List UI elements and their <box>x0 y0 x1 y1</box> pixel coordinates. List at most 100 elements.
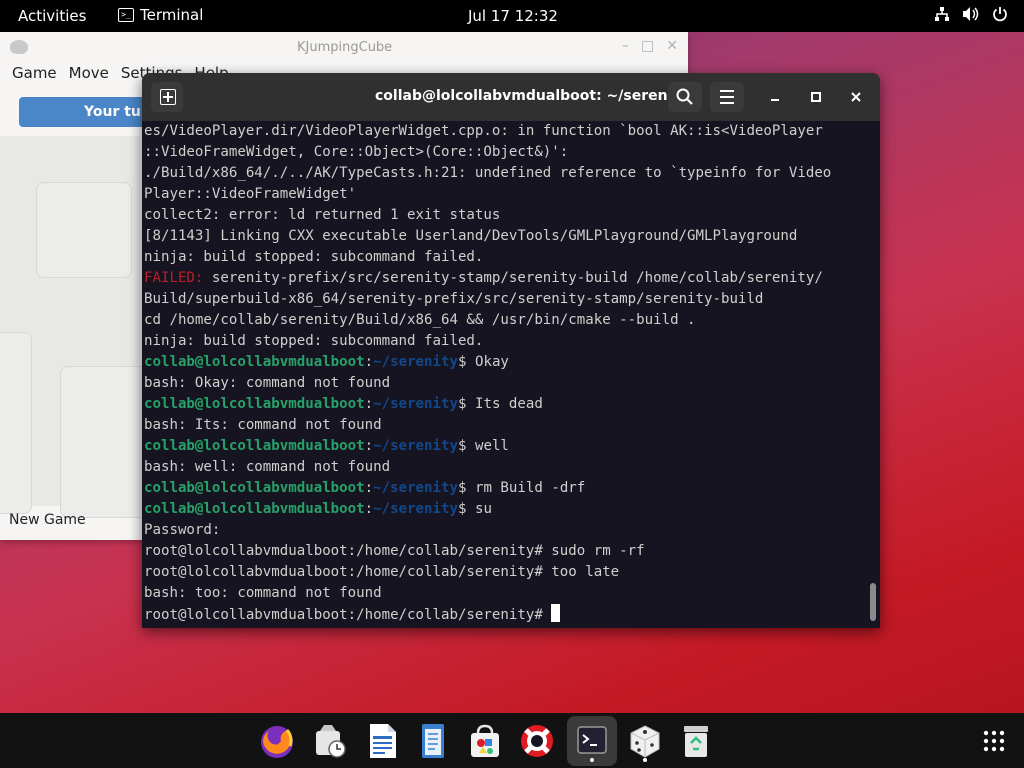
prompt-path: ~/serenity <box>373 438 458 454</box>
terminal-line: root@lolcollabvmdualboot:/home/collab/se… <box>144 541 874 562</box>
cube[interactable] <box>60 366 152 518</box>
dock-item-text-editor[interactable] <box>413 721 453 761</box>
dock-item-help[interactable] <box>517 721 557 761</box>
game-board[interactable] <box>0 136 152 518</box>
app-menu-label: Terminal <box>140 6 204 24</box>
dock-item-app-grid[interactable] <box>974 721 1014 761</box>
output-text: ninja: build stopped: subcommand failed. <box>144 249 484 265</box>
terminal-line: collab@lolcollabvmdualboot:~/serenity$ s… <box>144 499 874 520</box>
writer-icon <box>370 724 396 758</box>
terminal-line: bash: Okay: command not found <box>144 373 874 394</box>
prompt-user: collab@lolcollabvmdualboot <box>144 396 365 412</box>
terminal-line: bash: too: command not found <box>144 583 874 604</box>
output-text: bash: Okay: command not found <box>144 375 391 391</box>
terminal-scrollbar[interactable] <box>870 583 876 621</box>
dock-item-firefox[interactable] <box>257 721 297 761</box>
terminal-headerbar[interactable]: collab@lolcollabvmdualboot: ~/serenity <box>142 73 880 121</box>
terminal-line: root@lolcollabvmdualboot:/home/collab/se… <box>144 604 874 625</box>
prompt-path: ~/serenity <box>373 396 458 412</box>
command-text: Okay <box>466 354 509 370</box>
dock-item-terminal[interactable] <box>572 721 612 761</box>
terminal-line: bash: Its: command not found <box>144 415 874 436</box>
close-button[interactable] <box>845 86 867 108</box>
maximize-button[interactable] <box>805 86 827 108</box>
output-text: collect2: error: ld returned 1 exit stat… <box>144 207 501 223</box>
volume-icon <box>963 7 979 21</box>
dock-item-clocks[interactable] <box>310 721 350 761</box>
maximize-icon <box>811 92 821 102</box>
dock-item-trash[interactable] <box>676 721 716 761</box>
minimize-button[interactable] <box>764 86 786 108</box>
dock-item-dice[interactable] <box>625 721 665 761</box>
hamburger-icon <box>720 90 734 104</box>
minimize-icon[interactable]: – <box>622 38 629 54</box>
terminal-output[interactable]: es/VideoPlayer.dir/VideoPlayerWidget.cpp… <box>142 121 874 628</box>
terminal-line: Password: <box>144 520 874 541</box>
dice-icon <box>630 725 660 758</box>
prompt-separator: : <box>364 438 374 454</box>
power-icon <box>993 7 1007 22</box>
prompt-separator: : <box>364 396 374 412</box>
software-icon <box>471 724 499 757</box>
terminal-line: Build/superbuild-x86_64/serenity-prefix/… <box>144 289 874 310</box>
terminal-line: es/VideoPlayer.dir/VideoPlayerWidget.cpp… <box>144 121 874 142</box>
cube[interactable] <box>36 182 132 278</box>
prompt-separator: : <box>364 354 374 370</box>
terminal-icon <box>577 726 607 754</box>
trash-icon <box>684 726 708 757</box>
command-text: Its dead <box>466 396 543 412</box>
output-text: bash: well: command not found <box>144 459 391 475</box>
close-icon <box>851 92 861 102</box>
text-cursor <box>551 604 561 622</box>
firefox-icon <box>261 726 293 758</box>
app-grid-icon <box>983 730 1005 752</box>
system-tray[interactable] <box>934 6 1008 22</box>
terminal-title: collab@lolcollabvmdualboot: ~/serenity <box>375 88 689 104</box>
output-text: cd /home/collab/serenity/Build/x86_64 &&… <box>144 312 696 328</box>
kjc-titlebar[interactable]: KJumpingCube – □ ✕ <box>0 32 688 62</box>
app-menu[interactable]: >_ Terminal <box>118 6 203 24</box>
network-icon <box>935 7 949 21</box>
output-text: root@lolcollabvmdualboot:/home/collab/se… <box>144 607 552 623</box>
search-button[interactable] <box>668 82 702 112</box>
terminal-line: collab@lolcollabvmdualboot:~/serenity$ w… <box>144 436 874 457</box>
terminal-line: ninja: build stopped: subcommand failed. <box>144 331 874 352</box>
output-text: ninja: build stopped: subcommand failed. <box>144 333 484 349</box>
terminal-line: collab@lolcollabvmdualboot:~/serenity$ I… <box>144 394 874 415</box>
terminal-line: root@lolcollabvmdualboot:/home/collab/se… <box>144 562 874 583</box>
menu-button[interactable] <box>710 82 744 112</box>
output-text: ::VideoFrameWidget, Core::Object>(Core::… <box>144 144 569 160</box>
running-indicator <box>590 758 594 762</box>
cube[interactable] <box>0 332 32 514</box>
dock <box>0 713 1024 768</box>
terminal-line: ::VideoFrameWidget, Core::Object>(Core::… <box>144 142 874 163</box>
close-icon[interactable]: ✕ <box>666 38 678 54</box>
dock-item-software[interactable] <box>465 721 505 761</box>
prompt-path: ~/serenity <box>373 354 458 370</box>
command-text: rm Build -drf <box>466 480 586 496</box>
terminal-line: ninja: build stopped: subcommand failed. <box>144 247 874 268</box>
maximize-icon[interactable]: □ <box>641 38 654 54</box>
failed-label: FAILED: <box>144 270 204 286</box>
terminal-icon: >_ <box>118 8 134 22</box>
clock[interactable]: Jul 17 12:32 <box>468 7 558 25</box>
terminal-line: ./Build/x86_64/./../AK/TypeCasts.h:21: u… <box>144 163 874 184</box>
status-text: New Game <box>9 512 86 528</box>
output-text: es/VideoPlayer.dir/VideoPlayerWidget.cpp… <box>144 123 823 139</box>
output-text: Password: <box>144 522 221 538</box>
dock-item-writer[interactable] <box>362 721 402 761</box>
menu-move[interactable]: Move <box>69 62 109 86</box>
terminal-window[interactable]: collab@lolcollabvmdualboot: ~/serenity e… <box>142 73 880 628</box>
output-text: serenity-prefix/src/serenity-stamp/seren… <box>203 270 823 286</box>
activities-button[interactable]: Activities <box>18 7 86 25</box>
search-icon <box>676 88 693 105</box>
command-text: well <box>466 438 509 454</box>
terminal-line: FAILED: serenity-prefix/src/serenity-sta… <box>144 268 874 289</box>
output-text: root@lolcollabvmdualboot:/home/collab/se… <box>144 543 645 559</box>
running-indicator <box>643 758 647 762</box>
menu-game[interactable]: Game <box>12 62 57 86</box>
output-text: bash: too: command not found <box>144 585 382 601</box>
terminal-line: [8/1143] Linking CXX executable Userland… <box>144 226 874 247</box>
terminal-line: collab@lolcollabvmdualboot:~/serenity$ O… <box>144 352 874 373</box>
new-tab-button[interactable] <box>151 82 183 112</box>
